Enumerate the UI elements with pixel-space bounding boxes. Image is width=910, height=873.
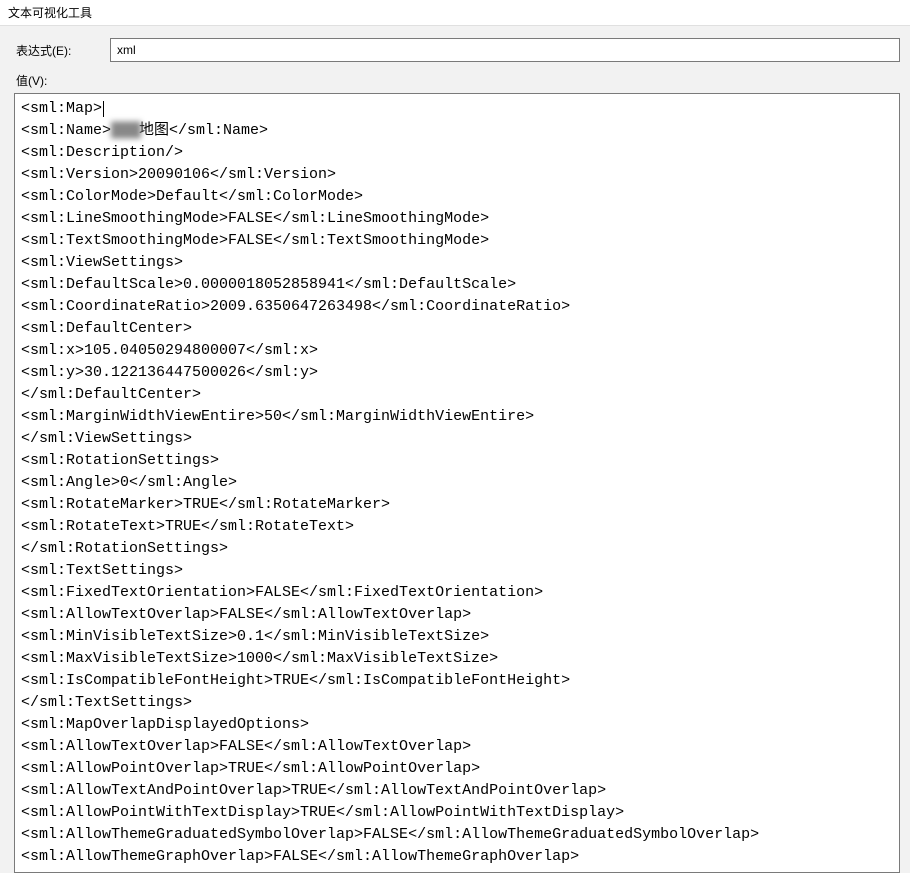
text-cursor [103, 101, 104, 117]
xml-line: <sml:Angle>0</sml:Angle> [21, 472, 893, 494]
xml-line: <sml:DefaultScale>0.0000018052858941</sm… [21, 274, 893, 296]
xml-line: <sml:RotationSettings> [21, 450, 893, 472]
xml-line: <sml:AllowPointWithTextDisplay>TRUE</sml… [21, 802, 893, 824]
xml-line: <sml:Version>20090106</sml:Version> [21, 164, 893, 186]
xml-line: <sml:CoordinateRatio>2009.6350647263498<… [21, 296, 893, 318]
xml-line: <sml:AllowTextOverlap>FALSE</sml:AllowTe… [21, 604, 893, 626]
xml-line: <sml:y>30.122136447500026</sml:y> [21, 362, 893, 384]
xml-line: <sml:IsCompatibleFontHeight>TRUE</sml:Is… [21, 670, 893, 692]
xml-line: <sml:Map> [21, 98, 893, 120]
xml-line: <sml:ColorMode>Default</sml:ColorMode> [21, 186, 893, 208]
xml-line: </sml:RotationSettings> [21, 538, 893, 560]
xml-line: </sml:DefaultCenter> [21, 384, 893, 406]
xml-line: </sml:ViewSettings> [21, 428, 893, 450]
xml-line: <sml:AllowPointOverlap>TRUE</sml:AllowPo… [21, 758, 893, 780]
redacted-text: ████ [111, 122, 139, 139]
xml-line: <sml:AllowTextOverlap>FALSE</sml:AllowTe… [21, 736, 893, 758]
xml-line: <sml:RotateMarker>TRUE</sml:RotateMarker… [21, 494, 893, 516]
xml-line: <sml:TextSettings> [21, 560, 893, 582]
xml-content: <sml:Map><sml:Name>████地图</sml:Name><sml… [21, 98, 893, 868]
xml-line: <sml:MarginWidthViewEntire>50</sml:Margi… [21, 406, 893, 428]
xml-line: <sml:DefaultCenter> [21, 318, 893, 340]
xml-line: <sml:ViewSettings> [21, 252, 893, 274]
xml-line: <sml:MapOverlapDisplayedOptions> [21, 714, 893, 736]
xml-line: <sml:FixedTextOrientation>FALSE</sml:Fix… [21, 582, 893, 604]
expression-label: 表达式(E): [10, 42, 110, 59]
xml-line: <sml:TextSmoothingMode>FALSE</sml:TextSm… [21, 230, 893, 252]
xml-line: </sml:TextSettings> [21, 692, 893, 714]
expression-row: 表达式(E): [10, 38, 900, 62]
expression-input[interactable] [110, 38, 900, 62]
xml-line: <sml:LineSmoothingMode>FALSE</sml:LineSm… [21, 208, 893, 230]
window-title: 文本可视化工具 [0, 0, 910, 26]
xml-line: <sml:MaxVisibleTextSize>1000</sml:MaxVis… [21, 648, 893, 670]
xml-line: <sml:AllowTextAndPointOverlap>TRUE</sml:… [21, 780, 893, 802]
xml-line: <sml:RotateText>TRUE</sml:RotateText> [21, 516, 893, 538]
value-textarea[interactable]: <sml:Map><sml:Name>████地图</sml:Name><sml… [14, 93, 900, 873]
value-row: 值(V): [10, 72, 900, 89]
form-container: 表达式(E): 值(V): [0, 26, 910, 89]
xml-line: <sml:AllowThemeGraduatedSymbolOverlap>FA… [21, 824, 893, 846]
value-label: 值(V): [10, 72, 110, 89]
xml-line: <sml:Name>████地图</sml:Name> [21, 120, 893, 142]
xml-line: <sml:x>105.04050294800007</sml:x> [21, 340, 893, 362]
xml-line: <sml:Description/> [21, 142, 893, 164]
xml-line: <sml:MinVisibleTextSize>0.1</sml:MinVisi… [21, 626, 893, 648]
